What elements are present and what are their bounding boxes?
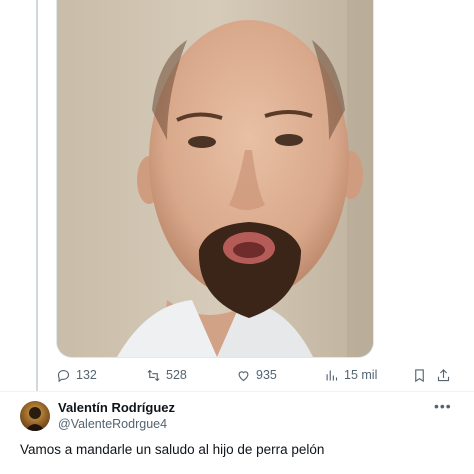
views-icon: [326, 370, 338, 380]
share-button[interactable]: [436, 362, 451, 388]
bookmark-button[interactable]: [412, 362, 427, 388]
retweet-icon: [147, 369, 160, 381]
author-handle[interactable]: @ValenteRodrgue4: [58, 417, 167, 431]
reply-count: 132: [76, 368, 97, 382]
bookmark-icon: [415, 368, 424, 382]
tweet-actions: 132 528 935 15 mil: [56, 362, 460, 388]
reply-icon: [57, 369, 70, 382]
retweet-count: 528: [166, 368, 187, 382]
tweet-media-image[interactable]: [56, 0, 374, 358]
retweet-action[interactable]: 528: [146, 362, 187, 388]
like-icon: [238, 370, 249, 381]
reply-action[interactable]: 132: [56, 362, 97, 388]
views-count: 15 mil: [344, 368, 378, 382]
author-name[interactable]: Valentín Rodríguez: [58, 400, 175, 415]
views-action[interactable]: 15 mil: [324, 362, 377, 388]
reply-text: Vamos a mandarle un saludo al hijo de pe…: [20, 442, 325, 457]
avatar[interactable]: [20, 401, 50, 431]
like-action[interactable]: 935: [236, 362, 277, 388]
quoted-tweet: 132 528 935 15 mil: [0, 0, 474, 392]
thread-line: [36, 0, 38, 392]
more-icon[interactable]: •••: [434, 398, 452, 414]
like-count: 935: [256, 368, 277, 382]
share-icon: [437, 368, 450, 381]
